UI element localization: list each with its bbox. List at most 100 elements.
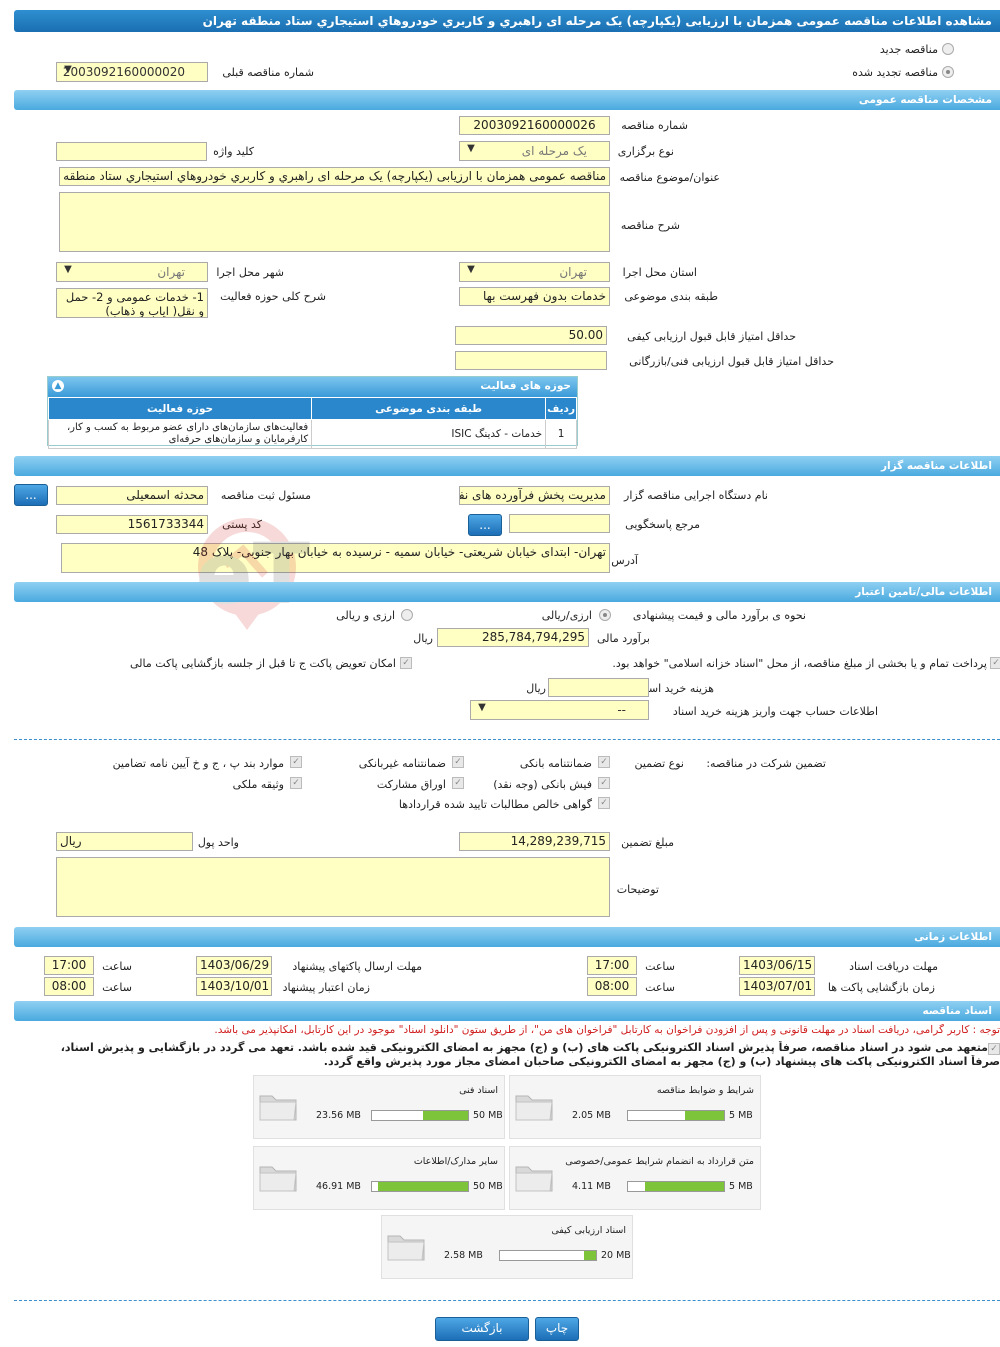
guarantee-bank-checkbox[interactable]: ✓ xyxy=(598,756,610,768)
table-cell: 1 xyxy=(545,419,577,449)
activity-panel: حوزه های فعالیت ▲ ردیف طبقه بندی موضوعی … xyxy=(47,376,578,449)
province-label: استان محل اجرا xyxy=(622,266,697,279)
guarantee-claims-checkbox[interactable]: ✓ xyxy=(598,797,610,809)
document-card[interactable]: سایر مدارک/اطلاعات 46.91 MB 50 MB xyxy=(253,1146,505,1210)
activity-table: ردیف طبقه بندی موضوعی حوزه فعالیت 1 خدما… xyxy=(47,397,577,449)
document-usage-bar xyxy=(627,1110,725,1121)
validity-time-label: ساعت xyxy=(102,981,132,994)
tender-no-field: 2003092160000026 xyxy=(459,116,610,135)
general-section-header: مشخصات مناقصه عمومی xyxy=(14,90,1000,110)
guarantee-cash-label: فیش بانکی (وجه نقد) xyxy=(493,778,592,791)
account-select[interactable]: -- ▼ xyxy=(470,700,649,720)
registrar-field: محدثه اسمعیلی xyxy=(56,486,208,505)
commitment-checkbox[interactable]: ✓ xyxy=(988,1043,1000,1055)
estimate-unit: ریال xyxy=(413,632,433,645)
envelope-swap-checkbox[interactable]: ✓ xyxy=(400,657,412,669)
treasury-checkbox[interactable]: ✓ xyxy=(990,657,1000,669)
city-select[interactable]: تهران ▼ xyxy=(56,262,208,282)
doc-time-field: 17:00 xyxy=(587,956,637,975)
table-row: 1 خدمات - کدینگ ISIC فعالیت‌های سازمان‌ه… xyxy=(47,419,577,449)
subject-field[interactable]: مناقصه عمومی همزمان با ارزیابی (یکپارچه)… xyxy=(59,167,610,186)
opening-label: زمان بازگشایی پاکت ها xyxy=(827,981,935,994)
city-value: تهران xyxy=(157,265,185,279)
guarantee-bonds-checkbox[interactable]: ✓ xyxy=(452,777,464,789)
submit-time-field: 17:00 xyxy=(44,956,94,975)
estimate-method-option1: ارزی/ریالی xyxy=(541,609,592,622)
keyword-field[interactable] xyxy=(56,142,207,161)
back-button[interactable]: بازگشت xyxy=(435,1317,529,1341)
currency-field: ریال xyxy=(56,832,193,851)
document-usage-fill xyxy=(684,1111,724,1120)
registrar-lookup-button[interactable]: ... xyxy=(14,484,48,506)
notes-label: توضیحات xyxy=(616,883,659,896)
estimate-method-option2-radio[interactable] xyxy=(401,609,413,621)
ref-field[interactable] xyxy=(509,514,610,533)
organizer-section-header: اطلاعات مناقصه گزار xyxy=(14,456,1000,476)
estimate-label: برآورد مالی xyxy=(597,632,650,645)
document-size: 2.05 MB xyxy=(572,1110,611,1121)
prev-tender-value: 2003092160000020 xyxy=(62,65,185,79)
chevron-down-icon: ▼ xyxy=(64,64,72,75)
holding-type-select[interactable]: یک مرحله ای ▼ xyxy=(459,141,610,161)
validity-field: 1403/10/01 xyxy=(196,977,272,996)
new-tender-label: مناقصه جدید xyxy=(879,43,938,56)
ref-label: مرجع پاسخگویی xyxy=(625,518,700,531)
address-field: تهران- ابتدای خیابان شریعتی- خیابان سمیه… xyxy=(61,543,610,573)
document-card[interactable]: شرایط و ضوابط مناقصه 2.05 MB 5 MB xyxy=(509,1075,761,1139)
document-usage-bar xyxy=(499,1250,597,1261)
guarantee-cash-checkbox[interactable]: ✓ xyxy=(598,777,610,789)
guarantee-bonds-label: اوراق مشارکت xyxy=(376,778,446,791)
description-label: شرح مناقصه xyxy=(620,219,680,232)
document-card[interactable]: متن قرارداد به انضمام شرایط عمومی/خصوصی 4… xyxy=(509,1146,761,1210)
opening-time-label: ساعت xyxy=(645,981,675,994)
province-select[interactable]: تهران ▼ xyxy=(459,262,610,282)
column-header: حوزه فعالیت xyxy=(47,397,313,420)
table-header-row: ردیف طبقه بندی موضوعی حوزه فعالیت xyxy=(47,397,577,420)
currency-label: واحد پول xyxy=(197,836,239,849)
category-label: طبقه بندی موضوعی xyxy=(624,290,718,303)
new-tender-radio[interactable] xyxy=(942,43,954,55)
document-max-size: 50 MB xyxy=(473,1181,503,1192)
submit-deadline-field: 1403/06/29 xyxy=(196,956,272,975)
activity-panel-title: حوزه های فعالیت xyxy=(480,380,571,392)
document-size: 23.56 MB xyxy=(316,1110,361,1121)
document-card[interactable]: اسناد فنی 23.56 MB 50 MB xyxy=(253,1075,505,1139)
document-name: اسناد فنی xyxy=(459,1085,498,1096)
folder-icon xyxy=(259,1095,297,1121)
doc-time-label: ساعت xyxy=(645,960,675,973)
estimate-method-option1-radio[interactable] xyxy=(599,609,611,621)
guarantee-clauses-checkbox[interactable]: ✓ xyxy=(290,756,302,768)
document-name: متن قرارداد به انضمام شرایط عمومی/خصوصی xyxy=(565,1156,754,1167)
document-card[interactable]: اسناد ارزیابی کیفی 2.58 MB 20 MB xyxy=(381,1215,633,1279)
holding-type-value: یک مرحله ای xyxy=(521,144,587,158)
prev-tender-select[interactable]: 2003092160000020 ▼ xyxy=(56,62,208,82)
document-max-size: 5 MB xyxy=(729,1110,753,1121)
opening-field: 1403/07/01 xyxy=(739,977,815,996)
category-field: خدمات بدون فهرست بها xyxy=(459,287,610,306)
document-name: اسناد ارزیابی کیفی xyxy=(551,1225,626,1236)
guarantee-nonbank-checkbox[interactable]: ✓ xyxy=(452,756,464,768)
holding-type-label: نوع برگزاری xyxy=(617,145,674,158)
print-button[interactable]: چاپ xyxy=(535,1317,579,1341)
watermark-text: AriaTender.neT xyxy=(195,525,310,623)
tender-no-label: شماره مناقصه xyxy=(621,119,688,132)
subject-label: عنوان/موضوع مناقصه xyxy=(619,171,720,184)
doc-deadline-label: مهلت دریافت اسناد xyxy=(849,960,938,973)
guarantee-claims-label: گواهی خالص مطالبات تایید شده قراردادها xyxy=(398,798,592,811)
description-field[interactable] xyxy=(59,192,610,252)
guarantee-property-label: وثیقه ملکی xyxy=(232,778,284,791)
ref-lookup-button[interactable]: ... xyxy=(468,514,502,536)
renewed-tender-radio[interactable] xyxy=(942,66,954,78)
province-value: تهران xyxy=(559,265,587,279)
keyword-label: کلید واژه xyxy=(213,145,254,158)
address-label: آدرس xyxy=(611,554,638,567)
estimate-method-label: نحوه ی برآورد مالی و قیمت پیشنهادی xyxy=(632,609,806,622)
collapse-icon[interactable]: ▲ xyxy=(52,380,64,392)
folder-icon xyxy=(515,1166,553,1192)
guarantee-property-checkbox[interactable]: ✓ xyxy=(290,777,302,789)
activity-label: شرح کلی حوزه فعالیت xyxy=(220,290,326,303)
city-label: شهر محل اجرا xyxy=(216,266,284,279)
document-usage-fill xyxy=(583,1251,596,1260)
timing-section-header: اطلاعات زمانی xyxy=(14,927,1000,947)
chevron-down-icon: ▼ xyxy=(467,264,475,275)
